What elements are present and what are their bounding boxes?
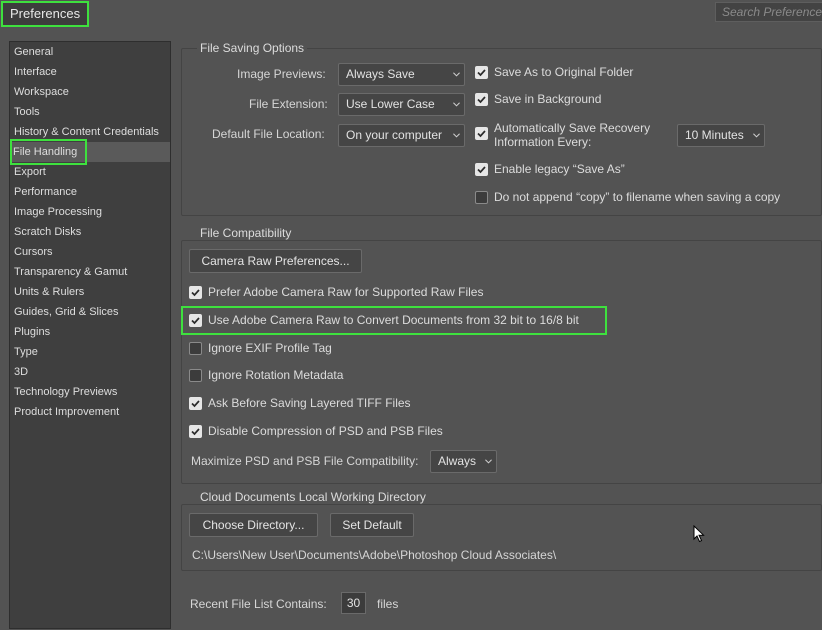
checkmark-icon [191, 289, 200, 297]
cloud-docs-title: Cloud Documents Local Working Directory [197, 490, 429, 504]
sidebar-item-3d[interactable]: 3D [10, 362, 170, 382]
disable-compression-label: Disable Compression of PSD and PSB Files [208, 424, 443, 438]
sidebar-item-type[interactable]: Type [10, 342, 170, 362]
prefer-acr-label: Prefer Adobe Camera Raw for Supported Ra… [208, 285, 484, 299]
legacy-save-as-checkbox[interactable] [475, 163, 488, 176]
recent-files-label: Recent File List Contains: [190, 597, 327, 611]
auto-recovery-checkbox[interactable] [475, 127, 488, 140]
checkmark-icon [191, 400, 200, 408]
search-input[interactable]: Search Preferences [715, 2, 822, 22]
sidebar-item-export[interactable]: Export [10, 162, 170, 182]
save-as-original-label: Save As to Original Folder [494, 65, 634, 79]
sidebar-item-scratch-disks[interactable]: Scratch Disks [10, 222, 170, 242]
file-extension-dropdown[interactable]: Use Lower Case [338, 93, 465, 116]
sidebar-item-units[interactable]: Units & Rulers [10, 282, 170, 302]
sidebar-item-plugins[interactable]: Plugins [10, 322, 170, 342]
file-compat-title: File Compatibility [197, 226, 295, 240]
ask-tiff-label: Ask Before Saving Layered TIFF Files [208, 396, 411, 410]
image-previews-dropdown[interactable]: Always Save [338, 63, 465, 86]
checkmark-icon [191, 317, 200, 325]
sidebar-item-interface[interactable]: Interface [10, 62, 170, 82]
file-compat-group [181, 240, 822, 484]
sidebar: General Interface Workspace Tools Histor… [9, 41, 171, 629]
sidebar-item-guides[interactable]: Guides, Grid & Slices [10, 302, 170, 322]
save-as-original-checkbox[interactable] [475, 66, 488, 79]
disable-compression-checkbox[interactable] [189, 425, 202, 438]
convert-32bit-checkbox[interactable] [189, 314, 202, 327]
no-copy-label: Do not append “copy” to filename when sa… [494, 190, 781, 204]
ignore-rotation-checkbox[interactable] [189, 369, 202, 382]
camera-raw-prefs-button[interactable]: Camera Raw Preferences... [189, 249, 362, 273]
chevron-down-icon [453, 102, 460, 107]
recent-files-suffix: files [377, 597, 399, 611]
save-in-background-label: Save in Background [494, 92, 602, 106]
sidebar-item-tools[interactable]: Tools [10, 102, 170, 122]
ask-tiff-checkbox[interactable] [189, 397, 202, 410]
chevron-down-icon [453, 72, 460, 77]
sidebar-item-cursors[interactable]: Cursors [10, 242, 170, 262]
checkmark-icon [477, 166, 486, 174]
ignore-exif-checkbox[interactable] [189, 342, 202, 355]
sidebar-item-transparency[interactable]: Transparency & Gamut [10, 262, 170, 282]
file-extension-label: File Extension: [249, 97, 328, 111]
choose-directory-button[interactable]: Choose Directory... [189, 513, 318, 537]
maximize-compat-dropdown[interactable]: Always [430, 450, 497, 473]
chevron-down-icon [485, 459, 492, 464]
image-previews-label: Image Previews: [237, 67, 326, 81]
save-in-background-checkbox[interactable] [475, 93, 488, 106]
recent-files-input[interactable]: 30 [341, 592, 366, 614]
sidebar-item-image-processing[interactable]: Image Processing [10, 202, 170, 222]
chevron-down-icon [453, 133, 460, 138]
maximize-compat-label: Maximize PSD and PSB File Compatibility: [191, 454, 419, 468]
checkmark-icon [477, 130, 486, 138]
set-default-button[interactable]: Set Default [330, 513, 414, 537]
ignore-rotation-label: Ignore Rotation Metadata [208, 368, 344, 382]
sidebar-item-file-handling[interactable]: File Handling [10, 139, 170, 165]
sidebar-item-general[interactable]: General [10, 42, 170, 62]
cloud-path-text: C:\Users\New User\Documents\Adobe\Photos… [192, 548, 557, 562]
ignore-exif-label: Ignore EXIF Profile Tag [208, 341, 332, 355]
legacy-save-as-label: Enable legacy “Save As” [494, 162, 625, 176]
prefer-acr-checkbox[interactable] [189, 286, 202, 299]
convert-32bit-label: Use Adobe Camera Raw to Convert Document… [208, 313, 579, 327]
recovery-interval-dropdown[interactable]: 10 Minutes [677, 124, 765, 147]
checkmark-icon [191, 428, 200, 436]
default-location-label: Default File Location: [212, 127, 325, 141]
default-location-dropdown[interactable]: On your computer [338, 124, 465, 147]
sidebar-item-technology-previews[interactable]: Technology Previews [10, 382, 170, 402]
sidebar-item-workspace[interactable]: Workspace [10, 82, 170, 102]
window-title: Preferences [1, 1, 90, 27]
checkmark-icon [477, 69, 486, 77]
chevron-down-icon [753, 133, 760, 138]
file-saving-title: File Saving Options [197, 41, 308, 55]
no-copy-checkbox[interactable] [475, 191, 488, 204]
title-bar [0, 0, 822, 27]
mouse-cursor-icon [693, 525, 705, 543]
sidebar-item-product-improvement[interactable]: Product Improvement [10, 402, 170, 422]
auto-recovery-label: Automatically Save Recovery Information … [494, 121, 651, 149]
sidebar-item-performance[interactable]: Performance [10, 182, 170, 202]
checkmark-icon [477, 96, 486, 104]
